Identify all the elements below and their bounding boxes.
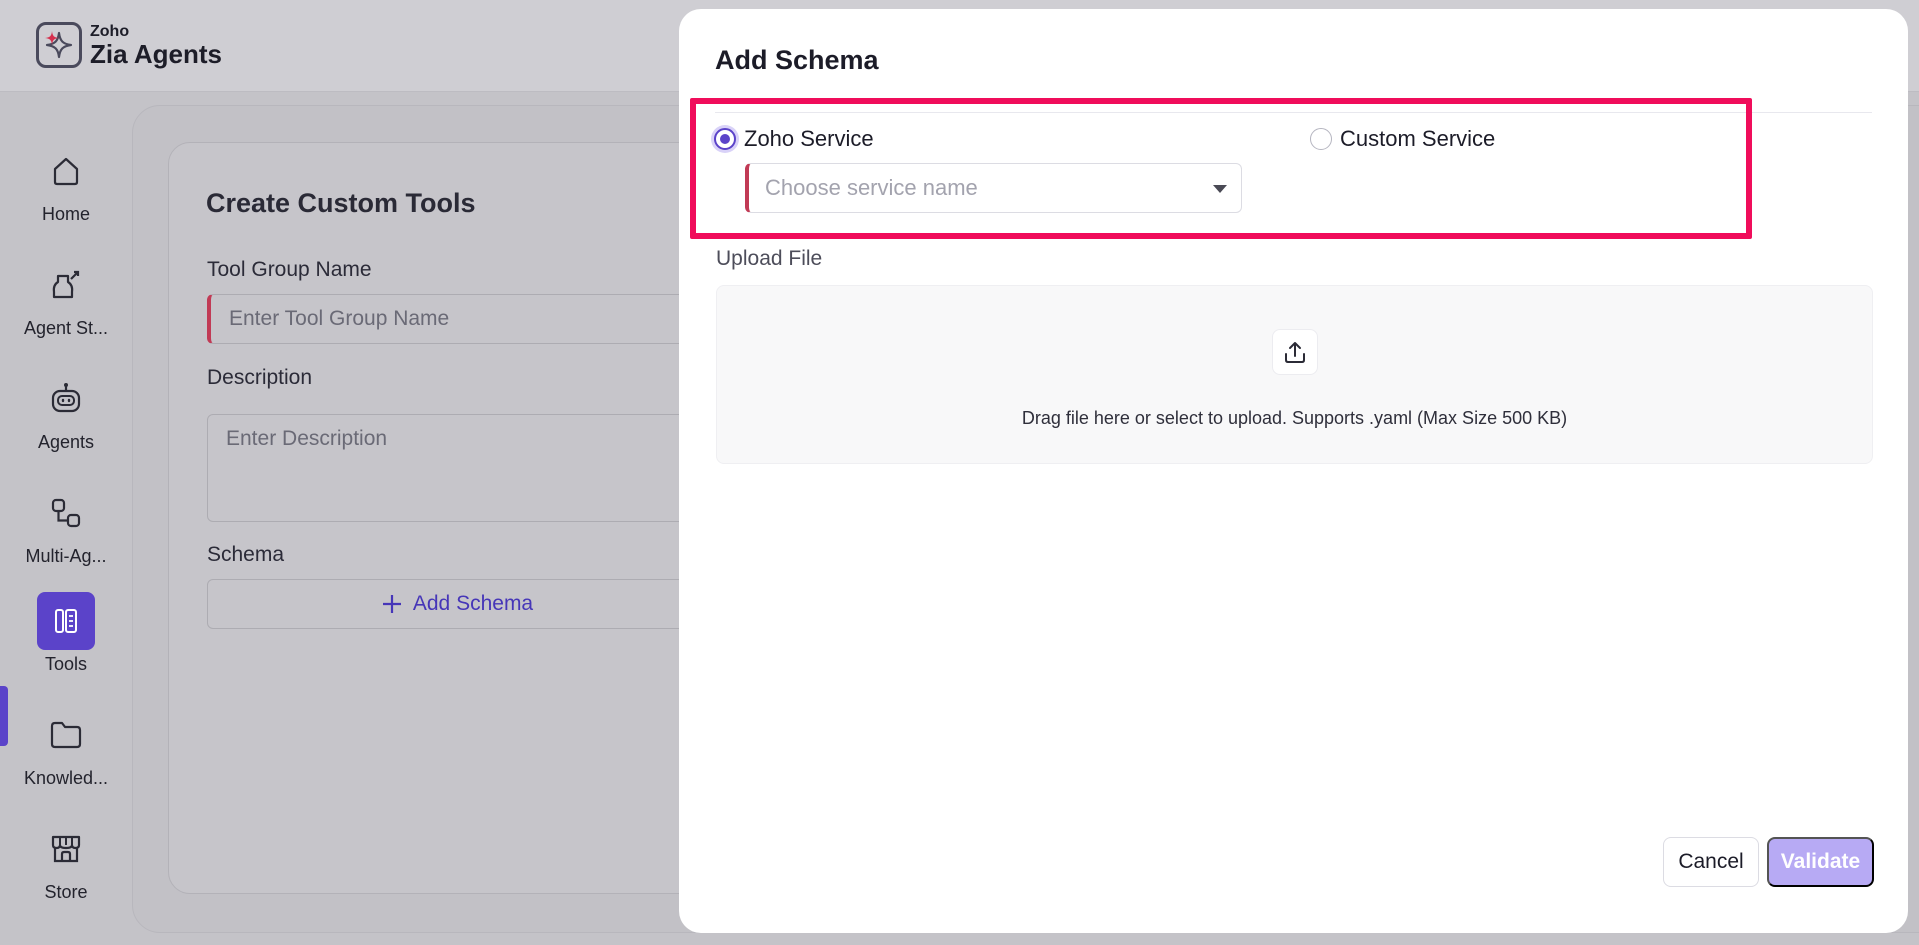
sidebar-item-label: Home xyxy=(41,204,90,224)
sidebar-item-label: Multi-Ag... xyxy=(25,546,107,566)
caret-down-icon xyxy=(1213,185,1227,193)
file-dropzone[interactable]: Drag file here or select to upload. Supp… xyxy=(716,285,1873,464)
agent-studio-icon xyxy=(37,256,95,314)
sidebar: Home Agent St... Agents Multi-Ag... Tool… xyxy=(0,92,132,945)
sidebar-item-label: Store xyxy=(44,882,88,902)
sidebar-item-agents[interactable]: Agents xyxy=(0,370,132,453)
sidebar-item-label: Knowled... xyxy=(23,768,109,788)
service-select-placeholder: Choose service name xyxy=(765,175,978,200)
upload-icon[interactable] xyxy=(1272,329,1318,375)
tool-group-label: Tool Group Name xyxy=(207,258,372,281)
description-input[interactable]: Enter Description xyxy=(207,414,707,522)
sidebar-item-agent-studio[interactable]: Agent St... xyxy=(0,256,132,339)
app-logo[interactable]: Zoho Zia Agents xyxy=(36,22,222,68)
page-title: Create Custom Tools xyxy=(206,188,476,218)
upload-hint: Drag file here or select to upload. Supp… xyxy=(1021,408,1568,428)
brand-small: Zoho xyxy=(90,22,130,40)
robot-icon xyxy=(37,370,95,428)
schema-label: Schema xyxy=(207,543,285,566)
service-name-select[interactable]: Choose service name xyxy=(745,163,1242,213)
tools-icon xyxy=(37,592,95,650)
cancel-button[interactable]: Cancel xyxy=(1663,837,1759,887)
sidebar-item-label: Agents xyxy=(37,432,95,452)
store-icon xyxy=(37,820,95,878)
description-label: Description xyxy=(207,366,313,389)
radio-custom-service-label: Custom Service xyxy=(1340,126,1496,151)
add-schema-button[interactable]: Add Schema xyxy=(207,579,707,629)
radio-zoho-service[interactable]: Zoho Service xyxy=(714,126,874,152)
radio-zoho-service-label: Zoho Service xyxy=(744,126,874,151)
sidebar-item-label: Tools xyxy=(44,654,88,674)
radio-checked-icon[interactable] xyxy=(714,128,736,150)
validate-button[interactable]: Validate xyxy=(1767,837,1874,887)
sidebar-item-label: Agent St... xyxy=(23,318,109,338)
zia-logo-icon xyxy=(36,22,82,68)
add-schema-label: Add Schema xyxy=(412,592,534,615)
home-icon xyxy=(37,142,95,200)
radio-unchecked-icon[interactable] xyxy=(1310,128,1332,150)
sidebar-item-multi-agent[interactable]: Multi-Ag... xyxy=(0,484,132,567)
sidebar-item-home[interactable]: Home xyxy=(0,142,132,225)
sidebar-item-knowledge[interactable]: Knowled... xyxy=(0,706,132,789)
sidebar-item-tools[interactable]: Tools xyxy=(0,592,132,675)
multi-agent-icon xyxy=(37,484,95,542)
upload-file-label: Upload File xyxy=(716,247,823,270)
radio-custom-service[interactable]: Custom Service xyxy=(1310,126,1495,152)
brand-name: Zia Agents xyxy=(90,38,222,69)
plus-icon xyxy=(382,595,401,613)
folder-icon xyxy=(37,706,95,764)
modal-title: Add Schema xyxy=(715,45,879,75)
sidebar-item-store[interactable]: Store xyxy=(0,820,132,903)
tool-group-input[interactable]: Enter Tool Group Name xyxy=(207,294,707,344)
